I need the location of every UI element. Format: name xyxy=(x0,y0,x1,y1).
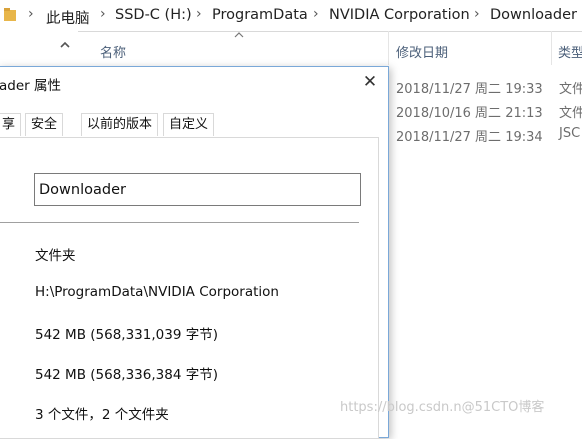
properties-dialog: ader 属性 ✕ 享 安全 以前的版本 自定义 文件夹 H:\ProgramD… xyxy=(0,66,389,439)
size-on-disk-value: 542 MB (568,336,384 字节) xyxy=(35,367,218,383)
tab-customize[interactable]: 自定义 xyxy=(163,113,215,136)
file-type: 文件 xyxy=(559,82,582,97)
watermark-text: https://blog.csdn.n@51CTO博客 xyxy=(340,400,545,415)
breadcrumb-separator: › xyxy=(196,6,202,22)
tab-bar: 享 安全 以前的版本 自定义 xyxy=(0,113,388,137)
column-divider[interactable] xyxy=(551,31,552,65)
file-type: 文件 xyxy=(559,106,582,121)
breadcrumb-programdata[interactable]: ProgramData xyxy=(212,7,308,23)
breadcrumb-this-pc[interactable]: 此电脑 xyxy=(46,7,90,28)
breadcrumb-nvidia[interactable]: NVIDIA Corporation xyxy=(329,7,470,23)
breadcrumb-separator: › xyxy=(474,6,480,22)
breadcrumb-drive[interactable]: SSD-C (H:) xyxy=(115,7,192,23)
column-header-date[interactable]: 修改日期 xyxy=(396,42,448,61)
close-icon[interactable]: ✕ xyxy=(359,72,381,92)
tab-security[interactable]: 安全 xyxy=(25,113,64,136)
column-header-row: 名称 修改日期 类型 xyxy=(78,31,582,62)
file-date: 2018/11/27 周二 19:34 xyxy=(396,130,543,145)
column-header-name[interactable]: 名称 xyxy=(100,42,126,61)
breadcrumb-separator: › xyxy=(313,6,319,22)
scroll-up-icon[interactable] xyxy=(58,38,72,52)
general-tab-panel: 文件夹 H:\ProgramData\NVIDIA Corporation 54… xyxy=(0,137,379,439)
file-date: 2018/11/27 周二 19:33 xyxy=(396,82,543,97)
tab-sharing[interactable]: 享 xyxy=(0,113,22,136)
file-date: 2018/10/16 周二 21:13 xyxy=(396,106,543,121)
folder-icon xyxy=(4,8,16,21)
file-type: JSC xyxy=(559,126,581,141)
breadcrumb-downloader[interactable]: Downloader xyxy=(490,7,577,23)
tab-previous-versions[interactable]: 以前的版本 xyxy=(81,113,159,136)
contains-value: 3 个文件，2 个文件夹 xyxy=(35,407,169,423)
breadcrumb-separator: › xyxy=(28,6,34,22)
breadcrumb-separator: › xyxy=(100,6,106,22)
folder-name-input[interactable] xyxy=(34,173,361,206)
column-header-type[interactable]: 类型 xyxy=(558,42,582,61)
divider xyxy=(0,222,359,223)
location-value: H:\ProgramData\NVIDIA Corporation xyxy=(35,284,279,300)
column-divider[interactable] xyxy=(388,31,389,65)
sort-up-icon xyxy=(234,32,244,38)
size-value: 542 MB (568,331,039 字节) xyxy=(35,327,218,343)
address-bar[interactable]: › 此电脑 › SSD-C (H:) › ProgramData › NVIDI… xyxy=(0,0,582,32)
type-value: 文件夹 xyxy=(35,248,76,264)
dialog-title: ader 属性 xyxy=(0,78,61,94)
